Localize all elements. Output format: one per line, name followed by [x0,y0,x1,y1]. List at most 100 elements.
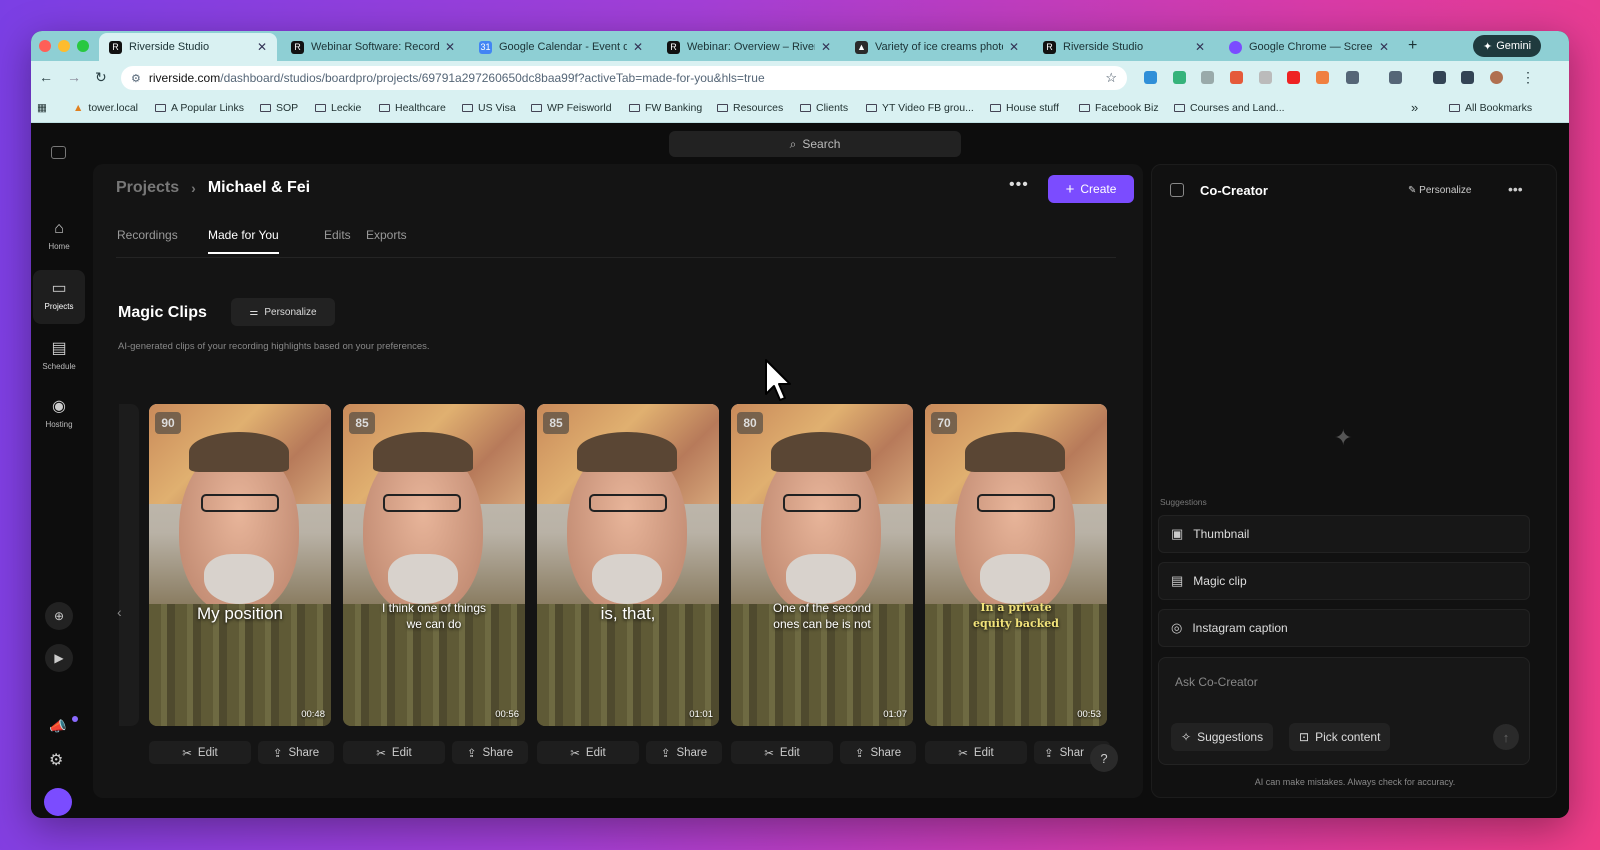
settings-gear-icon[interactable]: ⚙ [49,750,63,770]
video-camera-icon[interactable]: ▶ [45,644,73,672]
global-search[interactable]: ⌕ Search [669,131,961,157]
nav-schedule[interactable]: ▤ Schedule [33,332,85,382]
apps-grid-icon[interactable]: ▦ [37,102,47,114]
magic-clip-card[interactable]: 85 is, that, 01:01 [537,404,719,726]
browser-tab-chrome-screen[interactable]: Google Chrome — Screen S ✕ [1219,33,1399,61]
reload-icon[interactable]: ↻ [95,69,107,86]
co-creator-personalize-button[interactable]: ✎ Personalize [1408,185,1471,196]
close-tab-icon[interactable]: ✕ [1009,40,1019,54]
forward-icon[interactable]: → [67,69,81,85]
site-info-icon[interactable]: ⚙ [131,72,141,85]
nav-projects[interactable]: ▭ Projects [33,270,85,324]
bookmark-folder[interactable]: House stuff [990,102,1059,114]
close-tab-icon[interactable]: ✕ [257,40,267,54]
bookmark-folder[interactable]: FW Banking [629,102,702,114]
back-icon[interactable]: ← [39,69,53,85]
browser-tab-google-calendar[interactable]: 31 Google Calendar - Event de ✕ [469,33,653,61]
send-arrow-icon[interactable]: ↑ [1493,724,1519,750]
browser-tab-ice-creams[interactable]: ▲ Variety of ice creams photo ✕ [845,33,1029,61]
suggestion-instagram-caption[interactable]: ◎ Instagram caption [1158,609,1530,647]
close-window-button[interactable] [39,40,51,52]
bookmark-folder[interactable]: WP Feisworld [531,102,612,114]
media-icon[interactable] [1461,71,1474,84]
edit-clip-button[interactable]: ✂ Edit [537,741,639,764]
tab-edits[interactable]: Edits [324,228,351,252]
scroll-left-chevron-icon[interactable]: ‹ [117,604,122,620]
extension-icon[interactable] [1316,71,1329,84]
extension-icon[interactable] [1259,71,1272,84]
bookmark-folder[interactable]: Clients [800,102,848,114]
share-clip-button[interactable]: ⇪ Share [840,741,916,764]
close-tab-icon[interactable]: ✕ [1379,40,1389,54]
bookmark-folder[interactable]: A Popular Links [155,102,244,114]
puzzle-extensions-icon[interactable] [1346,71,1359,84]
create-button[interactable]: + Create [1048,175,1134,203]
help-button[interactable]: ? [1090,744,1118,772]
bookmark-star-icon[interactable]: ☆ [1105,70,1117,86]
edit-clip-button[interactable]: ✂ Edit [731,741,833,764]
suggestion-thumbnail[interactable]: ▣ Thumbnail [1158,515,1530,553]
browser-tab-webinar-overview[interactable]: R Webinar: Overview – Rivers ✕ [657,33,841,61]
share-clip-button[interactable]: ⇪ Share [258,741,334,764]
gemini-button[interactable]: ✦ Gemini [1473,35,1542,57]
suggestion-magic-clip[interactable]: ▤ Magic clip [1158,562,1530,600]
more-options-icon[interactable]: ••• [1009,176,1029,194]
bookmark-folder[interactable]: Courses and Land... [1174,102,1285,114]
collapse-sidebar-icon[interactable] [51,146,66,159]
all-bookmarks[interactable]: All Bookmarks [1449,102,1532,114]
invite-user-icon[interactable]: ⊕ [45,602,73,630]
profile-avatar-icon[interactable] [1490,71,1503,84]
magic-clip-card[interactable]: 80 One of the second ones can be is not … [731,404,913,726]
close-tab-icon[interactable]: ✕ [445,40,455,54]
browser-tab-riverside-studio-2[interactable]: R Riverside Studio ✕ [1033,33,1215,61]
browser-tab-riverside-studio[interactable]: R Riverside Studio ✕ [99,33,277,61]
magic-clip-card[interactable]: 70 In a private equity backed 00:53 [925,404,1107,726]
download-icon[interactable] [1433,71,1446,84]
share-clip-button[interactable]: ⇪ Share [452,741,528,764]
suggestions-button[interactable]: ✧ Suggestions [1171,723,1274,751]
bookmark-folder[interactable]: YT Video FB grou... [866,102,974,114]
extension-icon[interactable] [1173,71,1186,84]
close-tab-icon[interactable]: ✕ [1195,40,1205,54]
kebab-menu-icon[interactable]: ⋮ [1521,69,1535,86]
panel-toggle-icon[interactable] [1170,183,1184,197]
new-tab-button[interactable]: + [1408,37,1417,55]
url-bar[interactable]: ⚙ riverside.com/dashboard/studios/boardp… [121,66,1127,90]
edit-clip-button[interactable]: ✂ Edit [343,741,445,764]
ask-co-creator-input[interactable] [1175,675,1475,689]
bookmark-folder[interactable]: Facebook Biz [1079,102,1159,114]
more-bookmarks-chevron[interactable]: » [1411,100,1418,115]
bookmark-item[interactable]: ▲ tower.local [73,102,138,114]
announcements-icon[interactable]: 📣 [49,718,66,735]
nav-home[interactable]: ⌂ Home [33,214,85,264]
magic-clip-card[interactable]: 85 I think one of things we can do 00:56 [343,404,525,726]
pick-content-button[interactable]: ⊡ Pick content [1289,723,1391,751]
more-options-icon[interactable]: ••• [1508,181,1523,197]
user-avatar[interactable] [44,788,72,816]
extension-icon[interactable] [1144,71,1157,84]
breadcrumb-projects-link[interactable]: Projects [116,179,179,197]
bookmark-folder[interactable]: Leckie [315,102,361,114]
maximize-window-button[interactable] [77,40,89,52]
bookmark-folder[interactable]: US Visa [462,102,516,114]
edit-clip-button[interactable]: ✂ Edit [925,741,1027,764]
magic-clips-personalize-button[interactable]: ⚌ Personalize [231,298,335,326]
close-tab-icon[interactable]: ✕ [821,40,831,54]
browser-tab-webinar-software[interactable]: R Webinar Software: Record, ✕ [281,33,465,61]
youtube-extension-icon[interactable] [1287,71,1300,84]
tab-exports[interactable]: Exports [366,228,407,252]
share-clip-button[interactable]: ⇪ Share [646,741,722,764]
tab-made-for-you[interactable]: Made for You [208,228,279,254]
magic-clip-card[interactable]: 90 My position 00:48 [149,404,331,726]
minimize-window-button[interactable] [58,40,70,52]
close-tab-icon[interactable]: ✕ [633,40,643,54]
nav-hosting[interactable]: ◉ Hosting [33,390,85,440]
edit-clip-button[interactable]: ✂ Edit [149,741,251,764]
bookmark-folder[interactable]: SOP [260,102,298,114]
extension-icon[interactable] [1230,71,1243,84]
extension-icon[interactable] [1201,71,1214,84]
side-panel-icon[interactable] [1389,71,1402,84]
bookmark-folder[interactable]: Healthcare [379,102,446,114]
tab-recordings[interactable]: Recordings [117,228,178,252]
bookmark-folder[interactable]: Resources [717,102,783,114]
